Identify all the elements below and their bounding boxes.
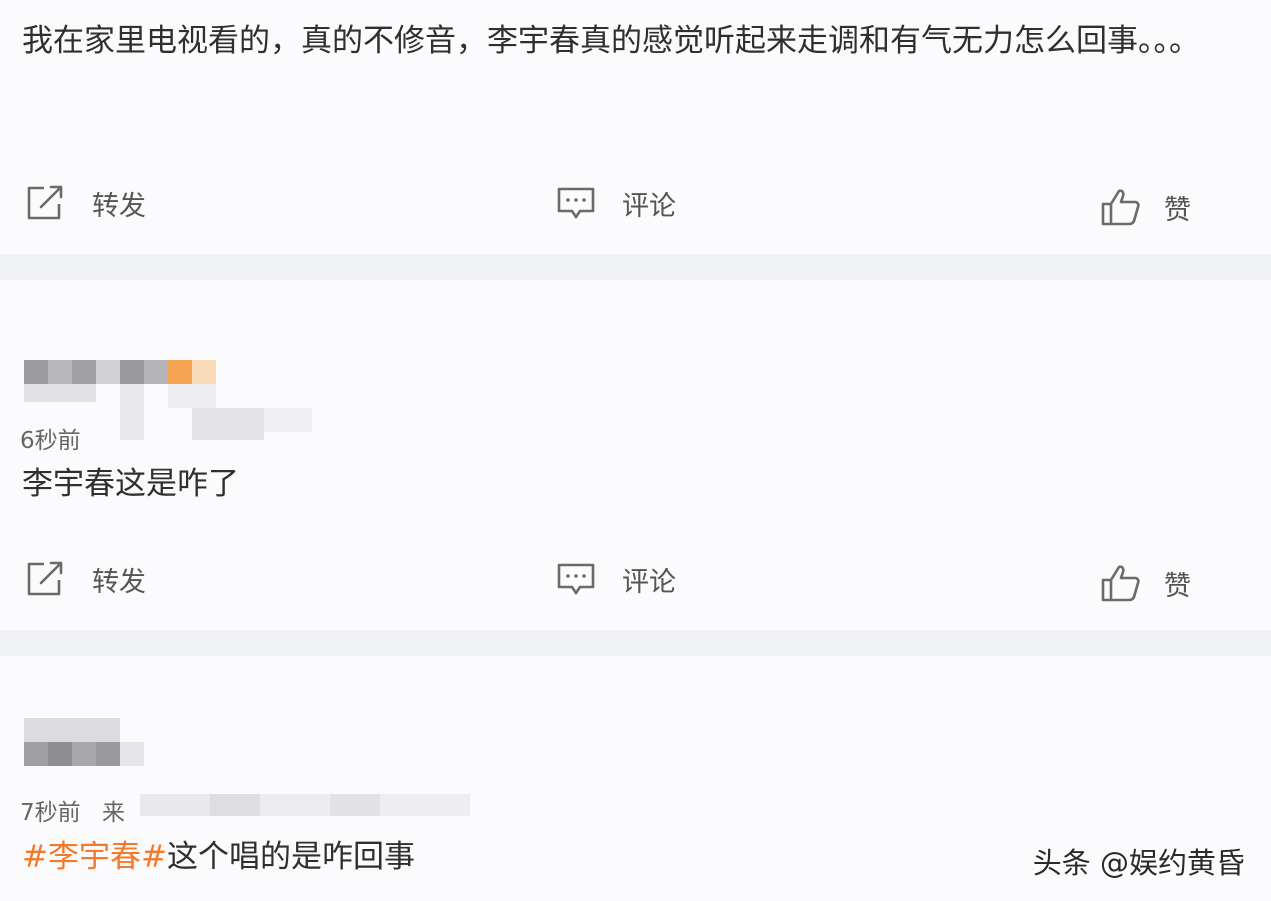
repost-button[interactable]: 转发 — [24, 554, 146, 604]
watermark: 头条 @娱约黄昏 — [1032, 846, 1245, 880]
like-button[interactable]: 赞 — [1100, 182, 1191, 232]
like-icon — [1100, 187, 1142, 227]
like-label: 赞 — [1164, 194, 1191, 226]
comment-button[interactable]: 评论 — [556, 554, 676, 604]
post-card-1: 我在家里电视看的，真的不修音，李宇春真的感觉听起来走调和有气无力怎么回事。。。 … — [0, 0, 1271, 252]
post-time: 6秒前 — [20, 428, 81, 454]
like-icon — [1100, 563, 1142, 603]
post-text: 李宇春这是咋了 — [22, 466, 239, 502]
action-bar: 转发 评论 赞 — [0, 178, 1271, 228]
post-body: 这个唱的是咋回事 — [166, 839, 415, 875]
card-separator — [0, 254, 1271, 280]
repost-button[interactable]: 转发 — [24, 178, 146, 228]
comment-button[interactable]: 评论 — [556, 178, 676, 228]
card-separator — [0, 630, 1271, 656]
comment-icon — [556, 185, 596, 221]
blurred-username — [24, 718, 154, 768]
blurred-source — [140, 790, 480, 818]
post-time: 7秒前 — [20, 800, 81, 826]
post-card-2: 6秒前 李宇春这是咋了 转发 评论 赞 — [0, 280, 1271, 630]
repost-icon — [24, 183, 66, 223]
comment-label: 评论 — [622, 190, 676, 222]
post-meta: 7秒前 来 — [20, 793, 125, 827]
repost-label: 转发 — [92, 566, 146, 598]
comment-icon — [556, 561, 596, 597]
comment-label: 评论 — [622, 566, 676, 598]
like-label: 赞 — [1164, 570, 1191, 602]
repost-label: 转发 — [92, 190, 146, 222]
repost-icon — [24, 559, 66, 599]
like-button[interactable]: 赞 — [1100, 558, 1191, 608]
post-text: #李宇春#这个唱的是咋回事 — [22, 828, 415, 886]
post-text: 我在家里电视看的，真的不修音，李宇春真的感觉听起来走调和有气无力怎么回事。。。 — [22, 23, 1200, 59]
action-bar: 转发 评论 赞 — [0, 554, 1271, 604]
hashtag-link[interactable]: #李宇春# — [22, 839, 167, 875]
post-source: 来 — [101, 800, 125, 826]
